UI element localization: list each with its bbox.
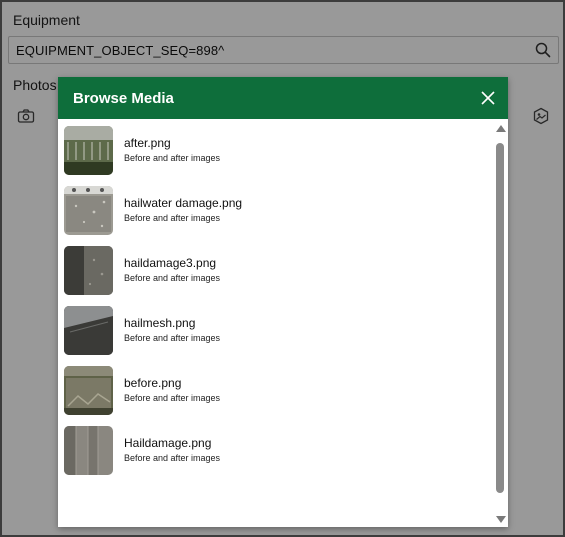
media-file-name: after.png: [124, 136, 171, 150]
media-file-description: Before and after images: [124, 153, 221, 163]
media-file-name: hailmesh.png: [124, 316, 196, 330]
scrollbar-thumb[interactable]: [496, 143, 504, 493]
media-item[interactable]: hailmesh.png Before and after images: [64, 306, 484, 358]
media-file-name: haildamage3.png: [124, 256, 217, 270]
scroll-down-arrow-icon[interactable]: [496, 516, 506, 523]
media-file-name: Haildamage.png: [124, 436, 212, 450]
media-item[interactable]: hailwater damage.png Before and after im…: [64, 186, 484, 238]
media-item[interactable]: after.png Before and after images: [64, 126, 484, 178]
media-thumbnail: [64, 246, 113, 295]
media-file-description: Before and after images: [124, 453, 221, 463]
media-thumbnail: [64, 186, 113, 235]
media-file-description: Before and after images: [124, 333, 221, 343]
dialog-title: Browse Media: [73, 90, 174, 107]
media-thumbnail: [64, 366, 113, 415]
media-file-description: Before and after images: [124, 213, 221, 223]
media-file-description: Before and after images: [124, 273, 221, 283]
app-frame: Equipment EQUIPMENT_OBJECT_SEQ=898^ Phot…: [0, 0, 565, 537]
media-list-scrollbar[interactable]: [494, 125, 508, 523]
media-thumbnail: [64, 126, 113, 175]
media-item[interactable]: haildamage3.png Before and after images: [64, 246, 484, 298]
media-file-name: before.png: [124, 376, 182, 390]
browse-media-dialog: Browse Media after.png Before and after …: [58, 77, 508, 527]
media-list: after.png Before and after images hailwa…: [58, 119, 494, 527]
close-icon[interactable]: [478, 88, 498, 108]
media-item[interactable]: Haildamage.png Before and after images: [64, 426, 484, 478]
media-file-name: hailwater damage.png: [124, 196, 243, 210]
media-item[interactable]: before.png Before and after images: [64, 366, 484, 418]
scroll-up-arrow-icon[interactable]: [496, 125, 506, 132]
media-file-description: Before and after images: [124, 393, 221, 403]
media-thumbnail: [64, 306, 113, 355]
media-thumbnail: [64, 426, 113, 475]
dialog-header: Browse Media: [58, 77, 508, 119]
